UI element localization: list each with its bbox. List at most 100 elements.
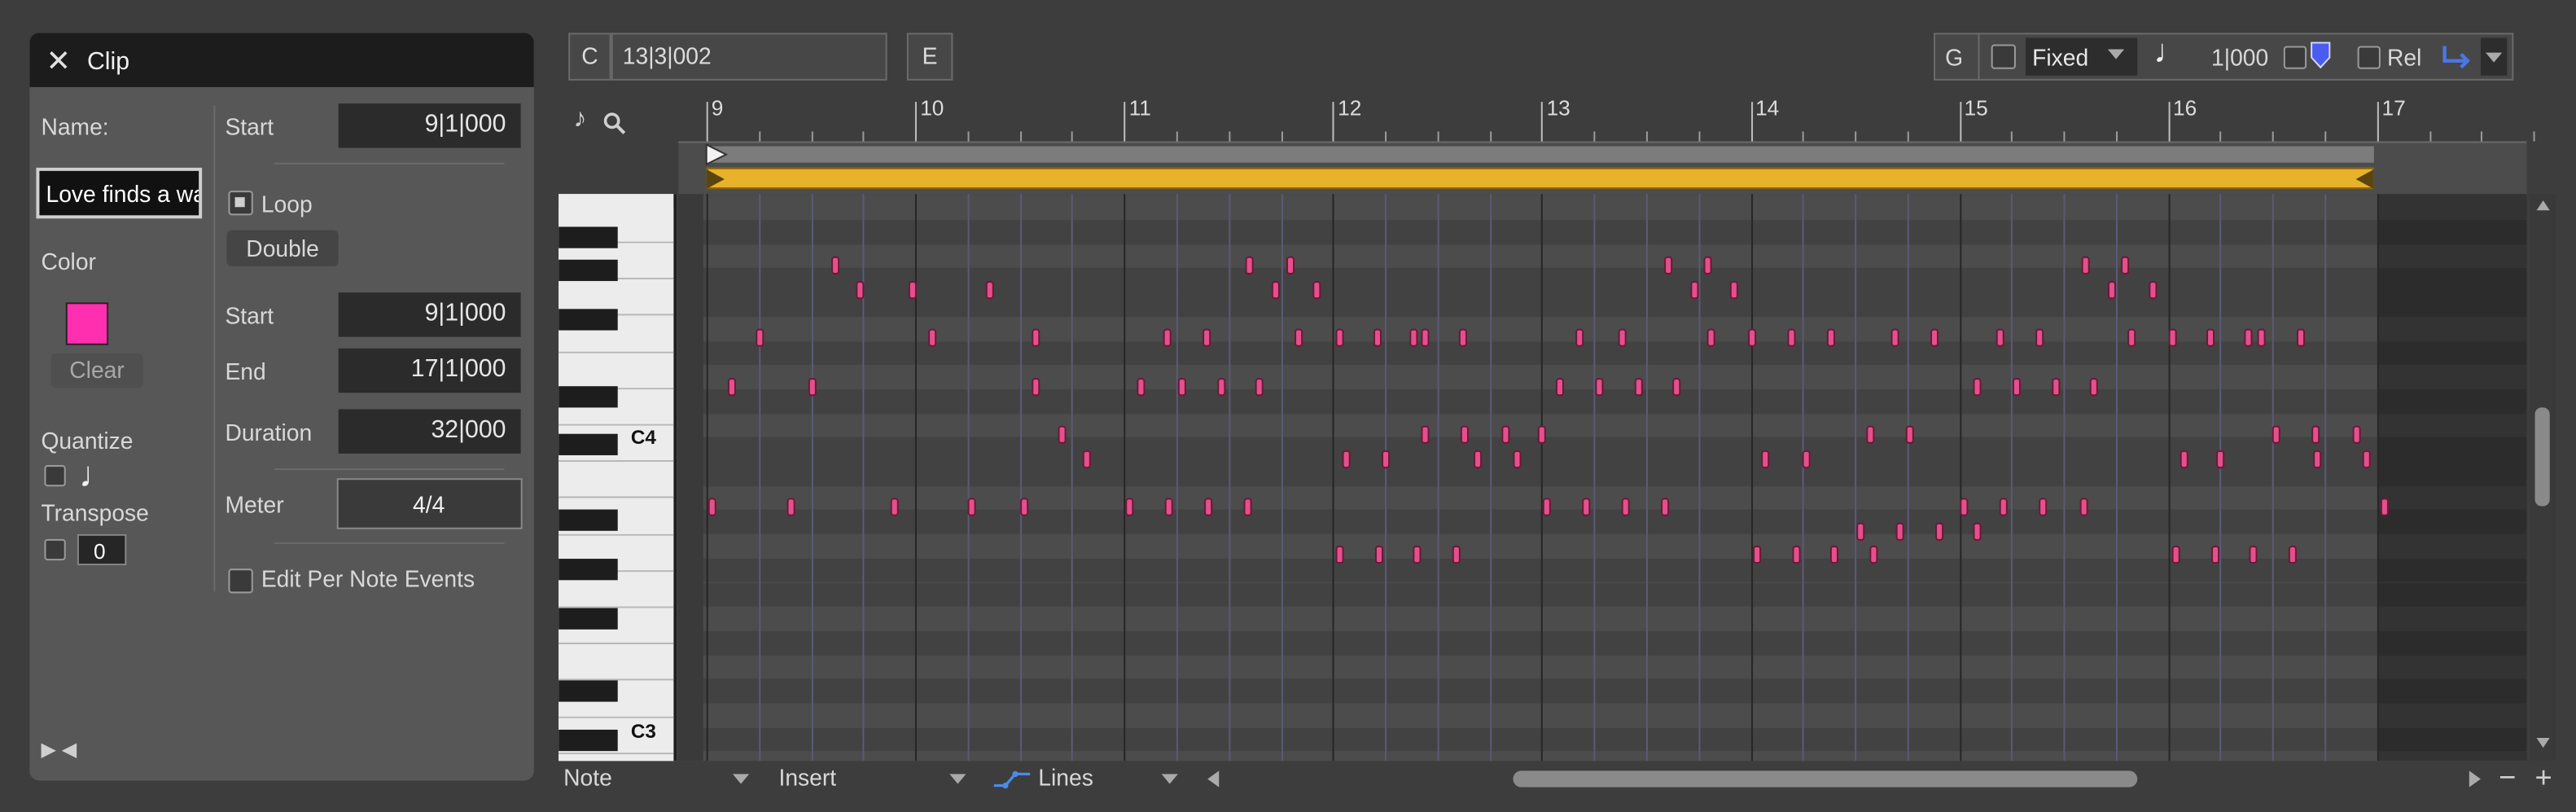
midi-note[interactable] xyxy=(2210,546,2219,564)
midi-note[interactable] xyxy=(2035,328,2044,347)
transpose-input[interactable]: 0 xyxy=(77,533,127,566)
midi-note[interactable] xyxy=(891,498,900,516)
midi-note[interactable] xyxy=(1855,522,1864,541)
start-field[interactable]: 9|1|000 xyxy=(338,103,521,148)
fixed-dropdown[interactable]: Fixed xyxy=(2026,37,2138,76)
midi-note[interactable] xyxy=(1972,377,1982,396)
midi-note[interactable] xyxy=(1216,377,1225,396)
meter-field[interactable]: 4/4 xyxy=(336,478,523,529)
midi-note[interactable] xyxy=(1031,328,1040,347)
loop-checkbox[interactable] xyxy=(228,191,253,216)
midi-note[interactable] xyxy=(1753,546,1762,564)
vertical-scroll-thumb[interactable] xyxy=(2534,407,2550,507)
midi-note[interactable] xyxy=(1801,450,1810,468)
midi-note[interactable] xyxy=(1617,328,1627,347)
loop-start-field[interactable]: 9|1|000 xyxy=(338,292,521,337)
midi-note[interactable] xyxy=(1671,377,1680,396)
midi-note[interactable] xyxy=(2000,498,2009,516)
midi-note[interactable] xyxy=(1786,328,1795,347)
midi-note[interactable] xyxy=(1890,328,1900,347)
quantize-checkbox[interactable] xyxy=(44,465,66,487)
midi-note[interactable] xyxy=(1421,425,1430,444)
midi-note[interactable] xyxy=(1382,450,1391,468)
black-key[interactable] xyxy=(559,509,618,531)
midi-note[interactable] xyxy=(2313,450,2322,468)
midi-note[interactable] xyxy=(2089,377,2098,396)
midi-note[interactable] xyxy=(1538,425,1547,444)
note-grid[interactable] xyxy=(678,194,2527,762)
white-key[interactable] xyxy=(559,353,674,389)
zoom-icon[interactable] xyxy=(603,112,626,134)
midi-note[interactable] xyxy=(1866,425,1875,444)
midi-note[interactable] xyxy=(2121,256,2130,274)
midi-note[interactable] xyxy=(1413,546,1422,564)
midi-note[interactable] xyxy=(1761,450,1771,468)
midi-note[interactable] xyxy=(1375,546,1384,564)
midi-note[interactable] xyxy=(1972,522,1982,541)
position-field[interactable]: 13|3|002 xyxy=(611,33,887,81)
midi-note[interactable] xyxy=(728,377,737,396)
piano-keyboard[interactable]: C4 C3 xyxy=(559,194,677,762)
black-key[interactable] xyxy=(559,386,618,408)
midi-note[interactable] xyxy=(2256,328,2265,347)
midi-note[interactable] xyxy=(1634,377,1643,396)
midi-note[interactable] xyxy=(928,328,937,347)
black-key[interactable] xyxy=(559,309,618,331)
midi-note[interactable] xyxy=(2052,377,2061,396)
black-key[interactable] xyxy=(559,259,618,282)
midi-note[interactable] xyxy=(1204,498,1213,516)
bar-ruler[interactable]: 9 10 11 12 13 14 15 16 17 xyxy=(677,92,2535,145)
midi-note[interactable] xyxy=(2288,546,2297,564)
lines-mode-label[interactable]: Lines xyxy=(1038,766,1093,788)
midi-note[interactable] xyxy=(1870,546,1879,564)
midi-note[interactable] xyxy=(807,377,816,396)
midi-note[interactable] xyxy=(830,256,839,274)
return-arrow-icon[interactable] xyxy=(2440,42,2473,69)
midi-note[interactable] xyxy=(2380,498,2389,516)
loop-end-marker-icon[interactable] xyxy=(2355,168,2376,191)
midi-note[interactable] xyxy=(1473,450,1483,468)
midi-note[interactable] xyxy=(1031,377,1040,396)
midi-note[interactable] xyxy=(707,498,716,516)
midi-note[interactable] xyxy=(1083,450,1092,468)
midi-note[interactable] xyxy=(1500,425,1509,444)
end-field[interactable]: 17|1|000 xyxy=(338,348,521,393)
midi-note[interactable] xyxy=(1746,328,1756,347)
midi-note[interactable] xyxy=(2352,425,2361,444)
midi-note[interactable] xyxy=(1137,377,1146,396)
c-button[interactable]: C xyxy=(568,33,611,81)
black-key[interactable] xyxy=(559,433,618,455)
midi-note[interactable] xyxy=(2271,425,2280,444)
midi-note[interactable] xyxy=(1575,328,1584,347)
midi-note[interactable] xyxy=(1312,280,1321,299)
transpose-checkbox[interactable] xyxy=(44,538,66,561)
marker-checkbox[interactable] xyxy=(2283,46,2307,69)
midi-note[interactable] xyxy=(1335,328,1344,347)
e-button[interactable]: E xyxy=(906,33,953,81)
midi-note[interactable] xyxy=(1730,280,1739,299)
zoom-out-icon[interactable]: − xyxy=(2499,762,2516,792)
midi-note[interactable] xyxy=(2248,546,2257,564)
note-mode-label[interactable]: Note xyxy=(563,766,612,788)
chevron-down-icon[interactable] xyxy=(949,774,966,784)
midi-note[interactable] xyxy=(1243,498,1252,516)
grid-value[interactable]: 1|000 xyxy=(2211,46,2268,69)
color-swatch[interactable] xyxy=(65,302,109,345)
midi-note[interactable] xyxy=(1452,546,1461,564)
black-key[interactable] xyxy=(559,729,618,752)
midi-note[interactable] xyxy=(2169,328,2178,347)
black-key[interactable] xyxy=(559,608,618,630)
midi-note[interactable] xyxy=(1555,377,1564,396)
black-key[interactable] xyxy=(559,226,618,248)
midi-note[interactable] xyxy=(2363,450,2372,468)
midi-note[interactable] xyxy=(1905,425,1914,444)
chevron-down-icon[interactable] xyxy=(732,774,750,784)
midi-note[interactable] xyxy=(786,498,795,516)
midi-note[interactable] xyxy=(1162,328,1171,347)
midi-note[interactable] xyxy=(1176,377,1185,396)
midi-note[interactable] xyxy=(1895,522,1904,541)
midi-note[interactable] xyxy=(1703,256,1712,274)
rel-checkbox[interactable] xyxy=(2357,46,2381,69)
midi-note[interactable] xyxy=(1421,328,1430,347)
midi-note[interactable] xyxy=(2081,256,2090,274)
